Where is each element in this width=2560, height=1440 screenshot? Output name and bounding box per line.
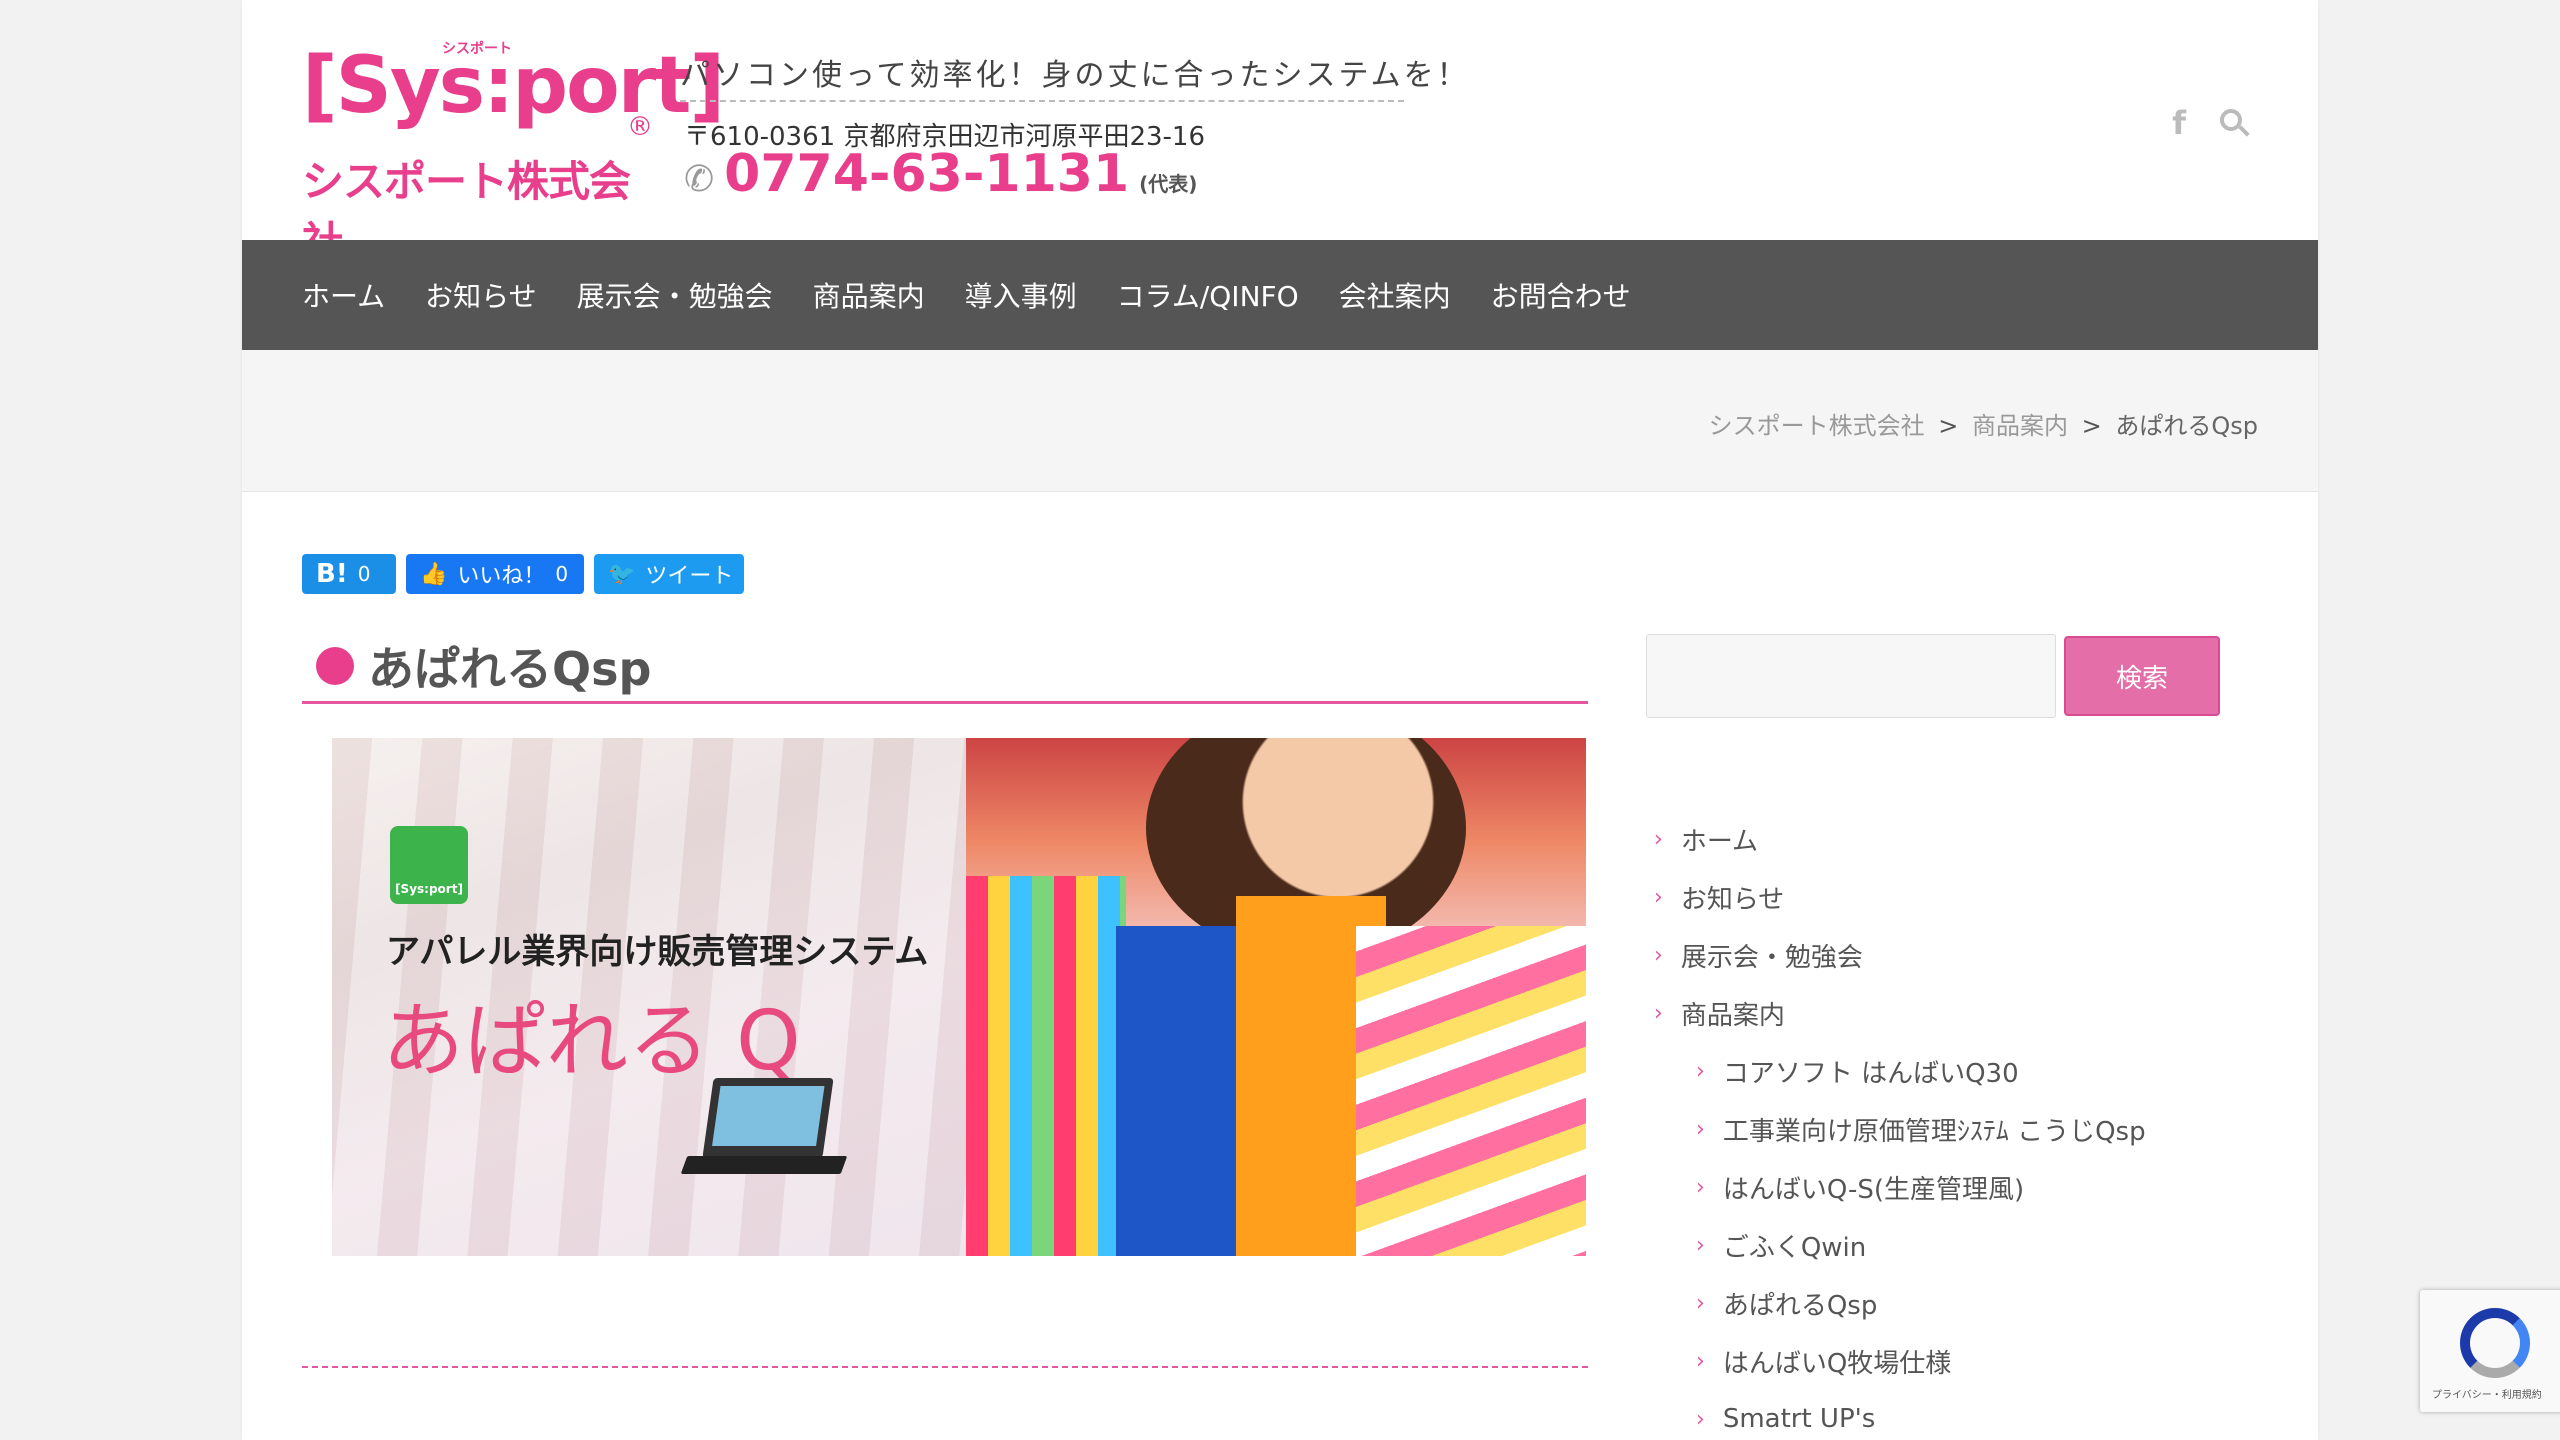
- chevron-right-icon: ›: [1696, 1116, 1705, 1142]
- hero-photo-shopping: [966, 738, 1586, 1256]
- chevron-right-icon: ›: [1696, 1348, 1705, 1374]
- chevron-right-icon: ›: [1696, 1290, 1705, 1316]
- sidebar-item-label: ごふくQwin: [1722, 1232, 1867, 1263]
- sidebar-search-button[interactable]: 検索: [2064, 636, 2220, 716]
- hatena-bookmark-button[interactable]: B! 0: [302, 554, 396, 594]
- sidebar-item-hanbai-q-farm[interactable]: › はんばいQ牧場仕様: [1646, 1332, 2226, 1390]
- hatena-icon: B!: [316, 559, 348, 589]
- facebook-like-button[interactable]: 👍 いいね！ 0: [406, 554, 584, 594]
- main-nav: ホーム お知らせ 展示会・勉強会 商品案内 導入事例 コラム/QINFO 会社案…: [242, 240, 2318, 350]
- content-divider: [302, 1366, 1588, 1368]
- page-title-row: あぱれるQsp: [302, 630, 1588, 704]
- nav-item-contact[interactable]: お問合わせ: [1491, 275, 1631, 315]
- sidebar-search-input[interactable]: [1646, 634, 2056, 718]
- header-catchphrase: パソコン使って効率化！身の丈に合ったシステムを！: [680, 50, 1467, 102]
- title-bullet-icon: [316, 646, 354, 685]
- breadcrumb: シスポート株式会社 > 商品案内 > あぱれるQsp: [1709, 406, 2258, 441]
- page-title: あぱれるQsp: [368, 641, 652, 696]
- sysport-cat-logo-icon: [Sys:port]: [390, 826, 468, 904]
- nav-item-column[interactable]: コラム/QINFO: [1117, 275, 1299, 315]
- sidebar-search: 検索: [1646, 634, 2226, 718]
- phone-note: (代表): [1139, 172, 1198, 196]
- sidebar-item-label: はんばいQ-S(生産管理風): [1722, 1174, 2025, 1205]
- chevron-right-icon: ›: [1654, 826, 1663, 852]
- breadcrumb-separator: >: [2081, 412, 2102, 440]
- nav-item-company[interactable]: 会社案内: [1339, 275, 1451, 315]
- header-icons: f: [2172, 104, 2250, 142]
- sidebar-item-label: コアソフト はんばいQ30: [1722, 1058, 2019, 1089]
- hero-title: あぱれる Q: [382, 994, 801, 1089]
- phone-icon: ✆: [684, 159, 715, 200]
- sidebar-item-label: 商品案内: [1680, 1000, 1785, 1031]
- facebook-like-count: 0: [555, 562, 569, 586]
- breadcrumb-band: シスポート株式会社 > 商品案内 > あぱれるQsp: [242, 350, 2318, 492]
- site-header: シスポート [Sys:port] ® シスポート株式会社 パソコン使って効率化！…: [242, 0, 2318, 267]
- sidebar-item-label: 展示会・勉強会: [1680, 942, 1863, 973]
- shopping-bag: [1356, 926, 1586, 1256]
- recaptcha-badge[interactable]: プライバシー・利用規約: [2420, 1290, 2560, 1412]
- sidebar-item-hanbai-q-s[interactable]: › はんばいQ-S(生産管理風): [1646, 1158, 2226, 1216]
- sidebar-item-events[interactable]: › 展示会・勉強会: [1646, 926, 2226, 984]
- chevron-right-icon: ›: [1696, 1406, 1705, 1432]
- twitter-bird-icon: 🐦: [608, 561, 636, 587]
- sidebar-item-apareru-qsp[interactable]: › あぱれるQsp: [1646, 1274, 2226, 1332]
- chevron-right-icon: ›: [1654, 1000, 1663, 1026]
- hatena-count: 0: [357, 562, 371, 586]
- facebook-icon[interactable]: f: [2172, 104, 2186, 142]
- sidebar-item-label: あぱれるQsp: [1722, 1290, 1878, 1321]
- sidebar-menu: › ホーム › お知らせ › 展示会・勉強会 › 商品案内 › コアソフト はんばいQ30…: [1646, 810, 2226, 1440]
- chevron-right-icon: ›: [1654, 942, 1663, 968]
- breadcrumb-current: あぱれるQsp: [2115, 412, 2258, 440]
- sidebar-item-home[interactable]: › ホーム: [1646, 810, 2226, 868]
- sidebar-item-gofuku-qwin[interactable]: › ごふくQwin: [1646, 1216, 2226, 1274]
- sidebar: 検索 › ホーム › お知らせ › 展示会・勉強会 › 商品案内 › コアソフト はんばい…: [1646, 634, 2226, 1440]
- sidebar-item-label: ホーム: [1680, 826, 1759, 857]
- nav-item-news[interactable]: お知らせ: [425, 275, 536, 315]
- tweet-button[interactable]: 🐦 ツイート: [594, 554, 744, 594]
- recaptcha-icon: [2460, 1308, 2530, 1378]
- tweet-label: ツイート: [645, 564, 734, 589]
- search-icon[interactable]: [2220, 109, 2250, 137]
- sidebar-item-label: お知らせ: [1680, 884, 1785, 915]
- social-buttons: B! 0 👍 いいね！ 0 🐦 ツイート: [302, 554, 744, 594]
- thumbs-up-icon: 👍: [420, 561, 448, 587]
- sidebar-item-label: 工事業向け原価管理ｼｽﾃﾑ こうじQsp: [1722, 1116, 2146, 1147]
- nav-item-products[interactable]: 商品案内: [813, 275, 925, 315]
- hero-subtitle: アパレル業界向け販売管理システム: [386, 932, 929, 972]
- sidebar-item-smatrt-ups[interactable]: › Smatrt UP's: [1646, 1390, 2226, 1440]
- nav-item-cases[interactable]: 導入事例: [965, 275, 1077, 315]
- sidebar-item-label: Smatrt UP's: [1722, 1404, 1876, 1434]
- hero-left-panel: [Sys:port] アパレル業界向け販売管理システム あぱれる Q: [332, 738, 966, 1256]
- recaptcha-privacy-terms[interactable]: プライバシー・利用規約: [2432, 1386, 2542, 1401]
- sidebar-item-news[interactable]: › お知らせ: [1646, 868, 2226, 926]
- logo-registered-mark: ®: [627, 112, 653, 142]
- breadcrumb-separator: >: [1938, 412, 1959, 440]
- chevron-right-icon: ›: [1696, 1174, 1705, 1200]
- breadcrumb-home-link[interactable]: シスポート株式会社: [1709, 412, 1925, 440]
- chevron-right-icon: ›: [1696, 1232, 1705, 1258]
- breadcrumb-parent-link[interactable]: 商品案内: [1972, 412, 2068, 440]
- sidebar-item-label: はんばいQ牧場仕様: [1722, 1348, 1952, 1379]
- nav-item-events[interactable]: 展示会・勉強会: [577, 275, 773, 315]
- phone-number: 0774-63-1131: [724, 144, 1130, 204]
- hero-image: [Sys:port] アパレル業界向け販売管理システム あぱれる Q: [332, 738, 1586, 1256]
- logo-kana: シスポート: [442, 41, 512, 57]
- laptop-icon: [702, 1078, 834, 1158]
- sidebar-item-hanbai-q30[interactable]: › コアソフト はんばいQ30: [1646, 1042, 2226, 1100]
- laptop-base: [680, 1156, 848, 1174]
- shopping-bag: [966, 876, 1126, 1256]
- site-logo[interactable]: シスポート [Sys:port] ® シスポート株式会社: [302, 38, 725, 267]
- facebook-like-label: いいね！: [457, 564, 546, 589]
- header-phone: ✆ 0774-63-1131 (代表): [684, 144, 1197, 204]
- nav-item-home[interactable]: ホーム: [302, 275, 385, 315]
- page-container: シスポート [Sys:port] ® シスポート株式会社 パソコン使って効率化！…: [242, 0, 2318, 1440]
- chevron-right-icon: ›: [1696, 1058, 1705, 1084]
- main-content: あぱれるQsp [Sys:port] アパレル業界向け販売管理システム あぱれる…: [302, 630, 1588, 1368]
- sidebar-item-kouji-qsp[interactable]: › 工事業向け原価管理ｼｽﾃﾑ こうじQsp: [1646, 1100, 2226, 1158]
- sidebar-item-products[interactable]: › 商品案内: [1646, 984, 2226, 1042]
- chevron-right-icon: ›: [1654, 884, 1663, 910]
